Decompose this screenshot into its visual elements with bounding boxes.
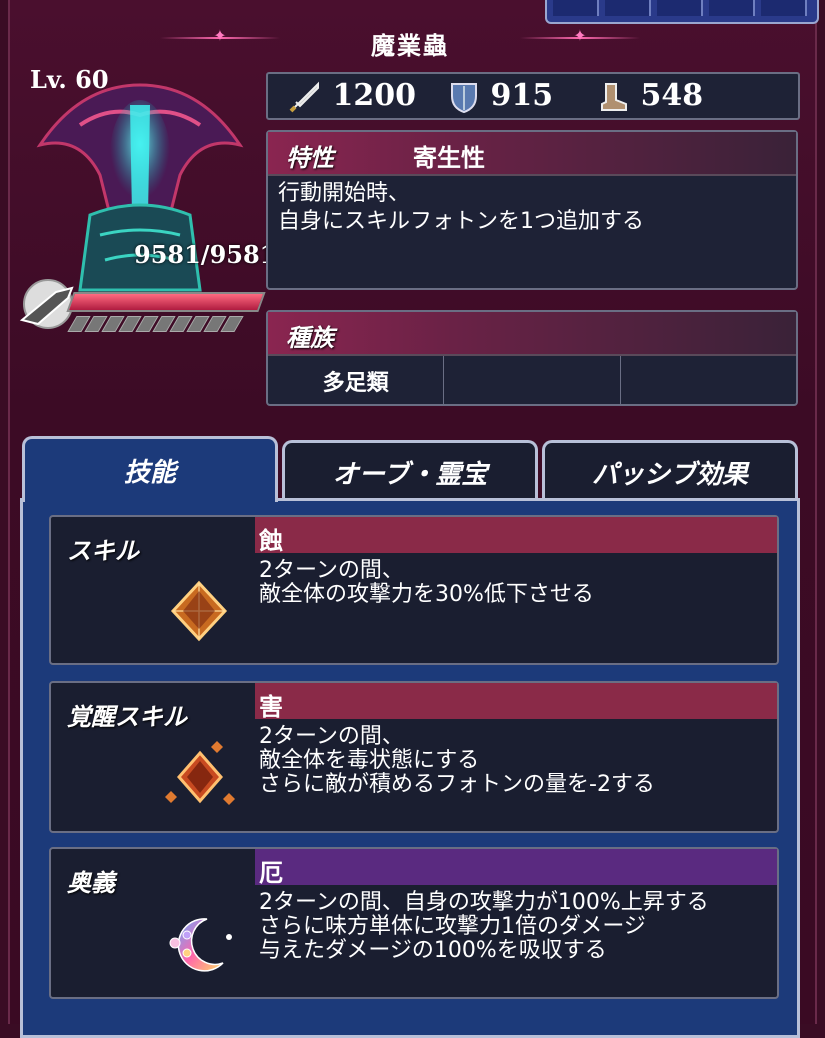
title-ornament-left	[160, 37, 280, 39]
trait-description: 行動開始時、 自身にスキルフォトンを1つ追加する	[268, 176, 796, 240]
skill-name: 厄	[259, 859, 283, 887]
speed-value: 548	[640, 78, 704, 113]
skill-name-bar	[255, 849, 777, 885]
race-panel: 種族 多足類	[266, 310, 798, 406]
orange-crystal-icon	[170, 580, 228, 642]
hp-text: 9581/9581	[134, 240, 277, 269]
race-cell: 多足類	[268, 356, 445, 406]
race-cell	[444, 356, 621, 406]
race-cell	[621, 356, 796, 406]
shield-icon	[451, 83, 477, 114]
skill-description: 2ターンの間、 敵全体を毒状態にする さらに敵が積めるフォトンの量を-2する	[259, 725, 655, 797]
awakened-crystal-icon	[165, 741, 235, 805]
trait-name: 寄生性	[413, 144, 485, 172]
defense-stat: 915	[448, 78, 553, 114]
skill-desc-line: 敵全体の攻撃力を30%低下させる	[259, 582, 594, 607]
race-cells: 多足類	[268, 356, 796, 406]
trait-label: 特性	[286, 144, 334, 172]
defense-value: 915	[490, 78, 554, 113]
skill-card-ougi[interactable]: 奥義 厄 2ターンの間、自身の攻撃力が100%上昇する さらに味方単体に攻撃力1…	[49, 847, 779, 999]
tab-orb-relic[interactable]: オーブ・霊宝	[282, 440, 538, 502]
skill-description: 2ターンの間、自身の攻撃力が100%上昇する さらに味方単体に攻撃力1倍のダメー…	[259, 891, 709, 963]
sword-icon	[289, 81, 319, 113]
level-label: Lv. 60	[30, 65, 109, 94]
break-gauge	[67, 316, 244, 332]
tab-passive-effects[interactable]: パッシブ効果	[542, 440, 798, 502]
skill-card-awakened[interactable]: 覚醒スキル 害 2ターンの間、 敵全体を毒状態にする さらに敵が積めるフォトンの…	[49, 681, 779, 833]
skill-name: 蝕	[259, 527, 283, 555]
boot-icon	[601, 83, 627, 111]
attack-value: 1200	[332, 78, 416, 113]
title-ornament-right	[520, 37, 640, 39]
skill-desc-line: 敵全体を毒状態にする	[259, 748, 480, 773]
skill-desc-line: さらに敵が積めるフォトンの量を-2する	[259, 772, 655, 797]
skill-desc-line: 2ターンの間、	[259, 724, 404, 749]
race-label: 種族	[286, 324, 334, 352]
skill-kind: 奥義	[67, 869, 115, 897]
trait-line: 自身にスキルフォトンを1つ追加する	[278, 209, 644, 234]
skill-name: 害	[259, 693, 283, 721]
top-menu-bar[interactable]	[545, 0, 819, 24]
skill-card-skill[interactable]: スキル 蝕 2ターンの間、 敵全体の攻撃力を30%低下させる	[49, 515, 779, 665]
race-header: 種族	[268, 312, 796, 356]
skill-kind: スキル	[67, 537, 139, 565]
trait-header: 特性 寄生性	[268, 132, 796, 176]
skill-desc-line: 2ターンの間、自身の攻撃力が100%上昇する	[259, 890, 709, 915]
skill-name-bar	[255, 683, 777, 719]
trait-line: 行動開始時、	[278, 181, 411, 206]
crescent-moon-icon	[169, 918, 232, 972]
tab-skills[interactable]: 技能	[22, 436, 278, 502]
skill-desc-line: 与えたダメージの100%を吸収する	[259, 938, 607, 963]
skill-desc-line: 2ターンの間、	[259, 558, 404, 583]
hp-bar	[66, 292, 266, 312]
skill-desc-line: さらに味方単体に攻撃力1倍のダメージ	[259, 914, 646, 939]
skill-name-bar	[255, 517, 777, 553]
skill-description: 2ターンの間、 敵全体の攻撃力を30%低下させる	[259, 559, 594, 607]
tab-area: 技能 オーブ・霊宝 パッシブ効果 スキル 蝕 2ターンの間、 敵全体の攻撃力を3…	[20, 436, 800, 1038]
trait-panel: 特性 寄生性 行動開始時、 自身にスキルフォトンを1つ追加する	[266, 130, 798, 290]
skills-tab-content: スキル 蝕 2ターンの間、 敵全体の攻撃力を30%低下させる 覚醒スキル 害 2…	[20, 498, 800, 1038]
speed-stat: 548	[596, 78, 703, 114]
unit-name: 魔業蟲	[371, 32, 449, 60]
skill-kind: 覚醒スキル	[67, 703, 187, 731]
stats-panel: 1200 915 548	[266, 72, 800, 120]
attack-stat: 1200	[288, 78, 416, 114]
